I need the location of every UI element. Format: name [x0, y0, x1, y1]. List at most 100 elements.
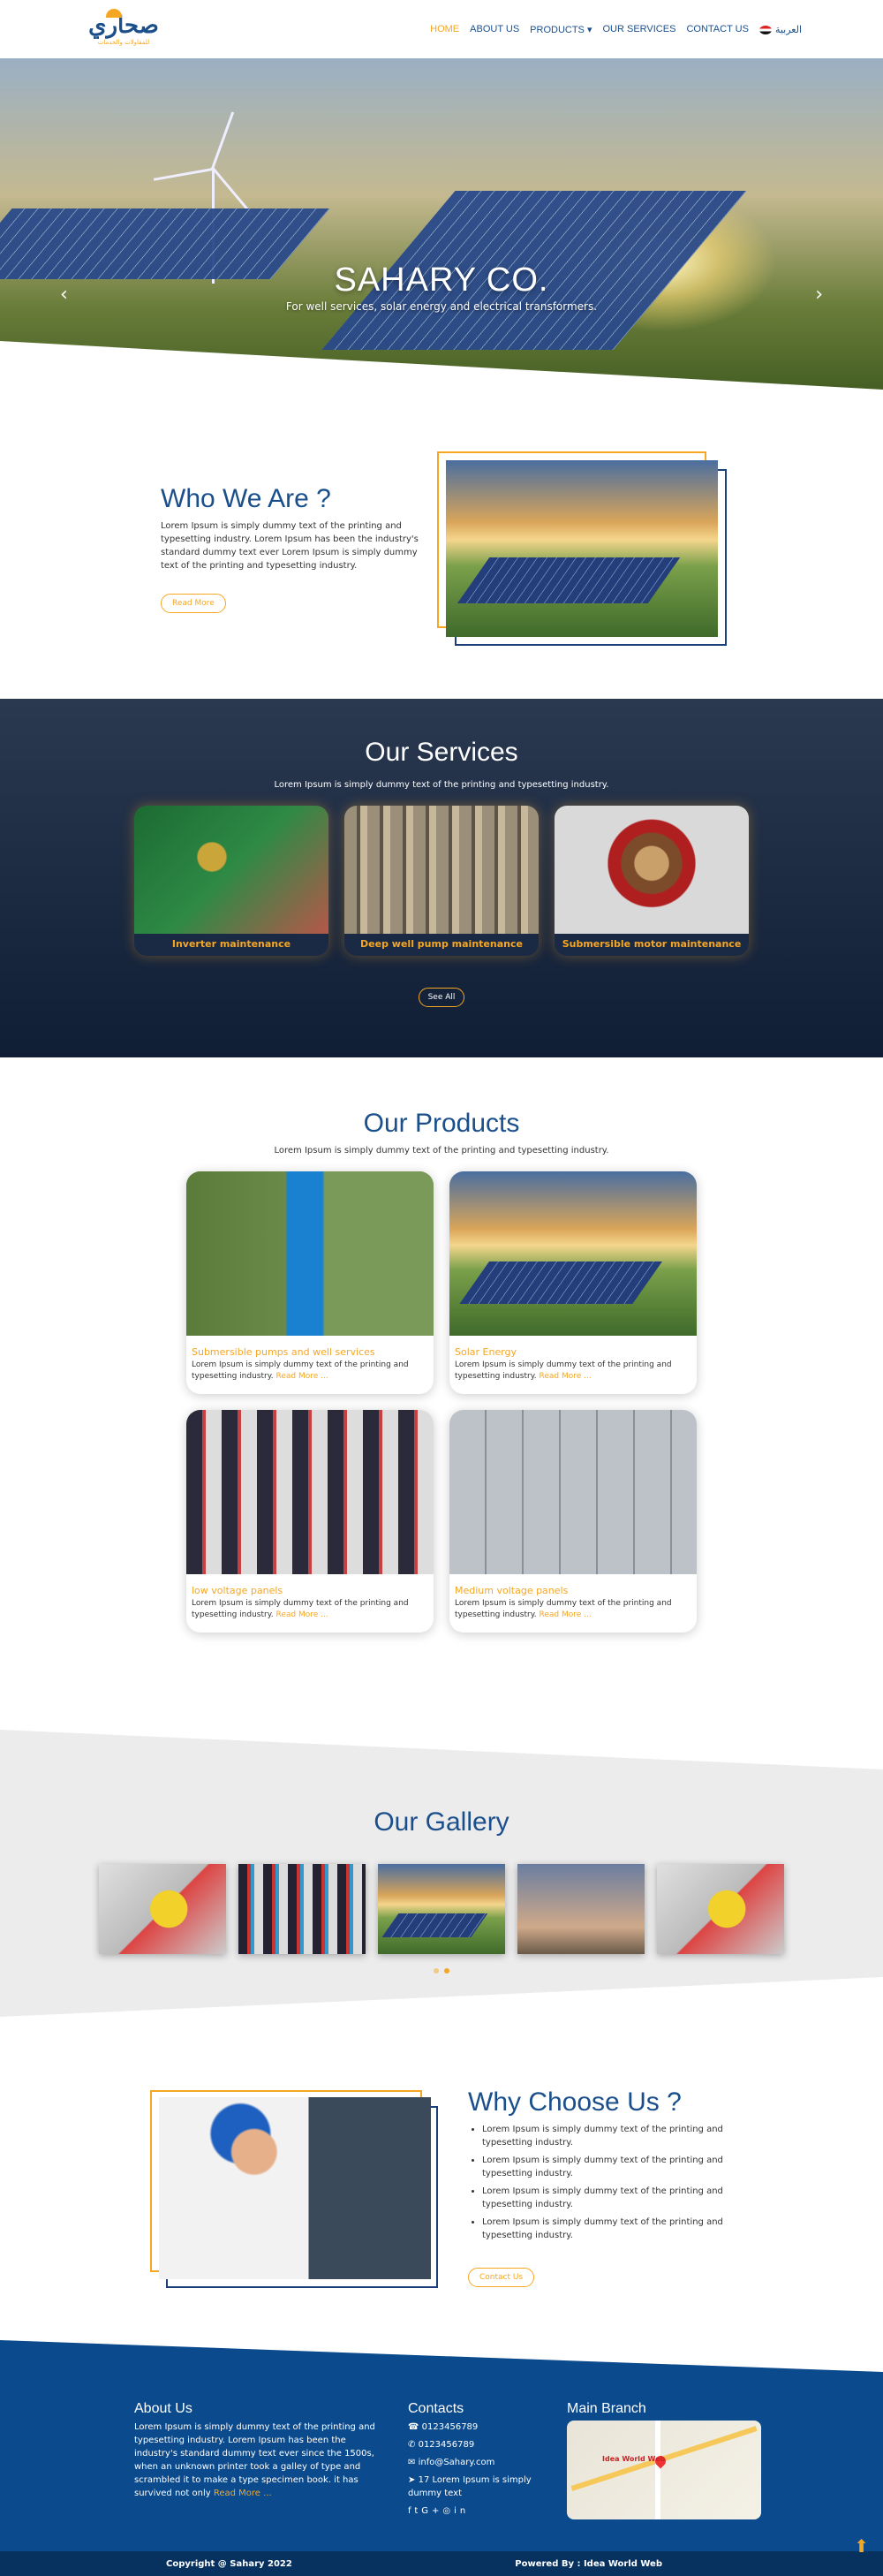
carousel-dots	[0, 1968, 883, 1974]
about-paragraph: Lorem Ipsum is simply dummy text of the …	[161, 521, 419, 571]
contact-us-button[interactable]: Contact Us	[468, 2268, 535, 2287]
mail-icon: ✉	[408, 2458, 416, 2467]
egypt-flag-icon	[758, 25, 772, 34]
footer-columns: About Us Lorem Ipsum is simply dummy tex…	[0, 2402, 883, 2519]
nav-contact[interactable]: CONTACT US	[686, 24, 749, 34]
why-section: Why Choose Us ? Lorem Ipsum is simply du…	[0, 2017, 883, 2340]
gallery-image[interactable]	[517, 1864, 645, 1954]
gallery-section: Our Gallery	[0, 1730, 883, 2017]
services-section: Our Services Lorem Ipsum is simply dummy…	[0, 699, 883, 1057]
electrician-image	[159, 2097, 431, 2279]
site-footer: About Us Lorem Ipsum is simply dummy tex…	[0, 2340, 883, 2551]
read-more-link[interactable]: Read More ...	[540, 1610, 592, 1619]
about-image-frame	[437, 451, 728, 646]
copyright-text: Copyright @ Sahary 2022	[166, 2558, 292, 2569]
product-title: Medium voltage panels	[455, 1585, 569, 1596]
see-all-button[interactable]: See All	[418, 988, 465, 1007]
linkedin-icon[interactable]: in	[454, 2506, 469, 2516]
footer-contacts: Contacts ☎ 0123456789 ✆ 0123456789 ✉ inf…	[408, 2402, 567, 2519]
why-list: Lorem Ipsum is simply dummy text of the …	[482, 2123, 733, 2242]
carousel-dot[interactable]	[434, 1968, 439, 1974]
list-item: Lorem Ipsum is simply dummy text of the …	[482, 2123, 733, 2149]
list-item: Lorem Ipsum is simply dummy text of the …	[482, 2154, 733, 2180]
about-section: Who We Are ? Lorem Ipsum is simply dummy…	[0, 403, 883, 699]
read-more-link[interactable]: Read More ...	[540, 1372, 592, 1381]
read-more-button[interactable]: Read More	[161, 594, 226, 613]
footer-contacts-title: Contacts	[408, 2401, 464, 2416]
product-card[interactable]: Solar Energy Lorem Ipsum is simply dummy…	[449, 1171, 697, 1394]
pump-image	[186, 1171, 434, 1336]
hero-subtitle: For well services, solar energy and elec…	[285, 300, 598, 313]
social-links: ftG+◎in	[408, 2504, 567, 2518]
nav-home[interactable]: HOME	[430, 24, 459, 34]
product-title: Submersible pumps and well services	[192, 1346, 375, 1358]
low-voltage-panel-image	[186, 1410, 434, 1574]
gallery-image[interactable]	[238, 1864, 366, 1954]
location-arrow-icon: ➤	[408, 2475, 416, 2485]
read-more-link[interactable]: Read More ...	[276, 1610, 328, 1619]
language-switch[interactable]: العربية	[758, 24, 802, 35]
branch-map[interactable]: Idea World Web	[567, 2421, 761, 2519]
main-nav: HOME ABOUT US PRODUCTS ▾ OUR SERVICES CO…	[430, 24, 802, 35]
list-item: Lorem Ipsum is simply dummy text of the …	[482, 2216, 733, 2242]
gallery-image[interactable]	[657, 1864, 784, 1954]
product-description: Lorem Ipsum is simply dummy text of the …	[455, 1599, 672, 1619]
carousel-dot-active[interactable]	[444, 1968, 449, 1974]
medium-voltage-panel-image	[449, 1410, 697, 1574]
service-title: Inverter maintenance	[171, 938, 291, 950]
product-title: low voltage panels	[192, 1585, 283, 1596]
product-title: Solar Energy	[455, 1346, 517, 1358]
solar-field-image	[446, 460, 719, 637]
hero-title: SAHARY CO.	[334, 261, 549, 299]
products-subtitle: Lorem Ipsum is simply dummy text of the …	[274, 1146, 609, 1155]
products-section: Our Products Lorem Ipsum is simply dummy…	[0, 1057, 883, 1730]
logo-tagline: للمقاولات والخدمات	[97, 38, 150, 46]
nav-about[interactable]: ABOUT US	[470, 24, 519, 34]
gallery-image[interactable]	[99, 1864, 226, 1954]
product-card[interactable]: Medium voltage panels Lorem Ipsum is sim…	[449, 1410, 697, 1633]
service-card[interactable]: Inverter maintenance	[134, 806, 328, 956]
nav-services[interactable]: OUR SERVICES	[603, 24, 676, 34]
service-title: Deep well pump maintenance	[360, 938, 523, 950]
powered-by-text[interactable]: Powered By : Idea World Web	[515, 2559, 662, 2569]
motor-image	[555, 806, 749, 934]
hero-diagonal-edge	[0, 341, 883, 403]
about-title: Who We Are ?	[161, 484, 331, 513]
logo-wordmark: صحاري	[88, 8, 159, 39]
scroll-to-top-icon[interactable]: ⬆	[854, 2535, 869, 2557]
logo[interactable]: صحاري للمقاولات والخدمات	[88, 8, 159, 47]
phone-line[interactable]: ☎ 0123456789	[408, 2421, 567, 2434]
whatsapp-line[interactable]: ✆ 0123456789	[408, 2438, 567, 2451]
product-description: Lorem Ipsum is simply dummy text of the …	[192, 1599, 409, 1619]
service-card[interactable]: Submersible motor maintenance	[555, 806, 749, 956]
product-description: Lorem Ipsum is simply dummy text of the …	[455, 1360, 672, 1381]
slider-prev-icon[interactable]: ‹	[60, 284, 68, 306]
service-title: Submersible motor maintenance	[562, 938, 742, 950]
product-description: Lorem Ipsum is simply dummy text of the …	[192, 1360, 409, 1381]
slider-next-icon[interactable]: ›	[815, 284, 823, 306]
services-list: Inverter maintenance Deep well pump main…	[0, 806, 883, 956]
read-more-link[interactable]: Read More ...	[276, 1372, 328, 1381]
whatsapp-icon: ✆	[408, 2440, 416, 2450]
products-grid: Submersible pumps and well services Lore…	[0, 1171, 883, 1633]
services-title: Our Services	[365, 738, 518, 767]
phone-icon: ☎	[408, 2422, 419, 2432]
list-item: Lorem Ipsum is simply dummy text of the …	[482, 2185, 733, 2211]
nav-products[interactable]: PRODUCTS ▾	[530, 24, 592, 35]
product-card[interactable]: low voltage panels Lorem Ipsum is simply…	[186, 1410, 434, 1633]
chevron-down-icon: ▾	[586, 24, 592, 35]
address-line: ➤ 17 Lorem Ipsum is simply dummy text	[408, 2475, 532, 2498]
email-line[interactable]: ✉ info@Sahary.com	[408, 2456, 567, 2469]
sun-icon	[106, 8, 123, 18]
hero-slider: SAHARY CO. For well services, solar ener…	[0, 58, 883, 403]
product-card[interactable]: Submersible pumps and well services Lore…	[186, 1171, 434, 1394]
why-title: Why Choose Us ?	[468, 2087, 682, 2117]
google-plus-icon[interactable]: G+	[421, 2506, 442, 2516]
service-card[interactable]: Deep well pump maintenance	[344, 806, 539, 956]
products-title: Our Products	[363, 1109, 520, 1138]
gallery-title: Our Gallery	[374, 1807, 509, 1837]
gallery-image[interactable]	[378, 1864, 505, 1954]
instagram-icon[interactable]: ◎	[442, 2506, 454, 2516]
copyright-bar: Copyright @ Sahary 2022 Powered By : Ide…	[0, 2551, 883, 2576]
footer-read-more-link[interactable]: Read More ...	[214, 2489, 272, 2498]
